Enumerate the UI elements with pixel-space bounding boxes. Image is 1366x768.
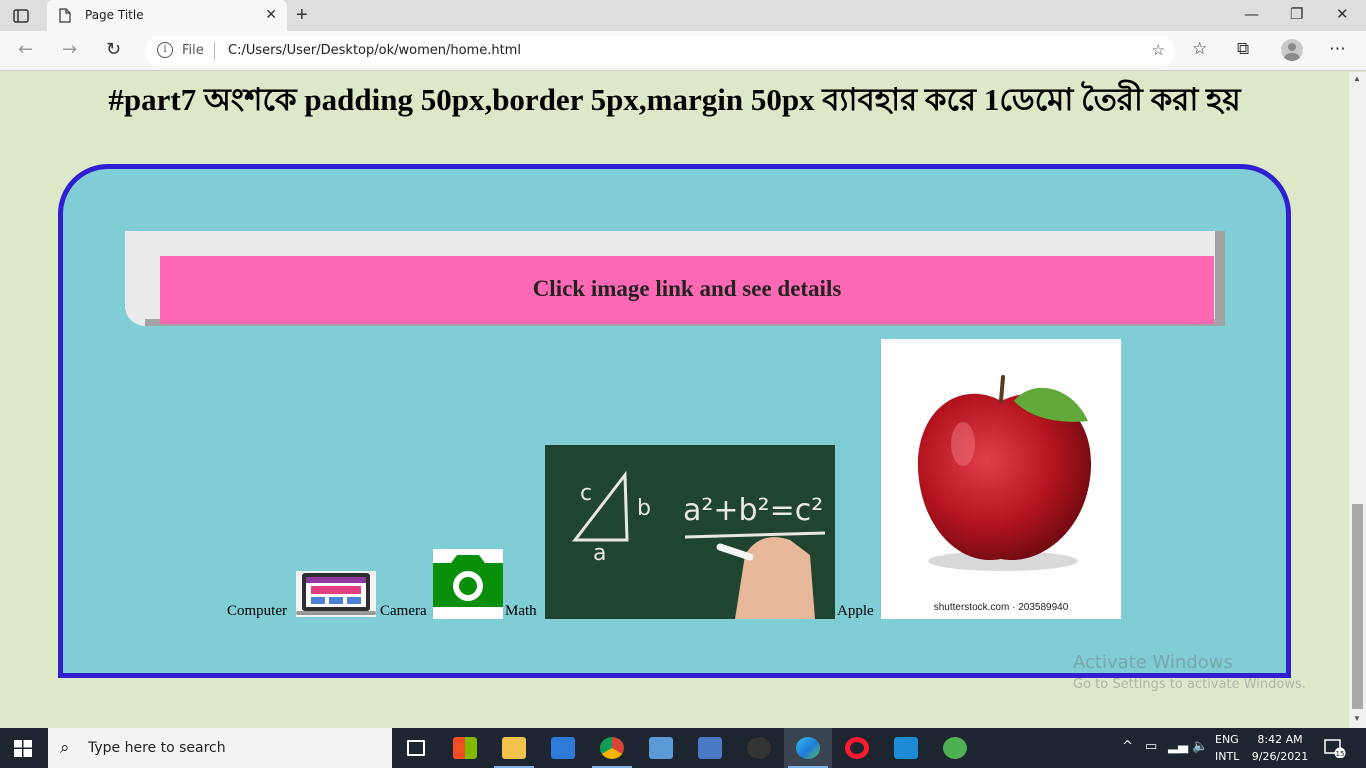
file-explorer-app[interactable] <box>490 728 538 768</box>
math-label: Math <box>505 603 537 619</box>
add-favorite-icon[interactable]: ☆ <box>1152 41 1165 59</box>
taskbar-search[interactable]: ⌕ Type here to search <box>48 728 392 768</box>
svg-text:a: a <box>593 541 606 566</box>
activate-windows-title: Activate Windows <box>1073 652 1233 673</box>
vscode-app[interactable] <box>882 728 930 768</box>
restore-icon[interactable]: ❐ <box>1290 5 1303 23</box>
mail-app[interactable] <box>539 728 587 768</box>
network-icon[interactable]: ▂▄ <box>1168 739 1188 754</box>
page-heading: #part7 অংশকে padding 50px,border 5px,mar… <box>108 82 1241 117</box>
camera-icon <box>433 555 503 607</box>
scrollbar-thumb[interactable] <box>1352 504 1363 709</box>
app-6[interactable] <box>686 728 734 768</box>
computer-label: Computer <box>227 603 287 619</box>
task-view-icon <box>407 740 425 756</box>
volume-icon[interactable]: 🔈 <box>1192 739 1208 754</box>
document-icon <box>59 8 71 23</box>
opera-icon <box>845 737 869 759</box>
math-image-link[interactable]: c b a a²+b²=c² <box>545 445 835 619</box>
address-bar[interactable]: i File C:/Users/User/Desktop/ok/women/ho… <box>145 36 1175 66</box>
new-tab-icon[interactable]: + <box>296 4 308 27</box>
vscode-icon <box>894 737 918 759</box>
browser-tab[interactable]: Page Title ✕ <box>47 0 287 31</box>
app-5[interactable] <box>637 728 685 768</box>
camera-label: Camera <box>380 603 427 619</box>
app-icon <box>943 737 967 759</box>
profile-avatar[interactable] <box>1281 39 1303 61</box>
app-icon <box>698 737 722 759</box>
language-code: ENG <box>1215 733 1239 746</box>
refresh-icon[interactable]: ↻ <box>106 39 121 60</box>
close-window-icon[interactable]: ✕ <box>1336 5 1349 23</box>
taskbar: ⌕ Type here to search ^ ▭ ▂▄ 🔈 ENG INTL … <box>0 728 1366 768</box>
clock[interactable]: 8:42 AM 9/26/2021 <box>1250 731 1310 765</box>
folder-icon <box>502 737 526 759</box>
clock-time: 8:42 AM <box>1257 733 1303 746</box>
apple-image-link[interactable]: shutterstock.com · 203589940 <box>881 339 1121 619</box>
tab-title: Page Title <box>85 8 144 22</box>
part7-box: Click image link and see details Compute… <box>58 164 1291 678</box>
app-icon <box>649 737 673 759</box>
camera-image-link[interactable] <box>433 549 503 619</box>
apple-watermark: shutterstock.com · 203589940 <box>933 602 1069 613</box>
record-icon <box>747 737 771 759</box>
scroll-down-icon[interactable]: ▼ <box>1353 714 1361 723</box>
notifications-icon[interactable]: 15 <box>1324 738 1346 758</box>
show-hidden-icons[interactable]: ^ <box>1122 739 1133 754</box>
minimize-icon[interactable]: — <box>1244 5 1259 23</box>
battery-icon[interactable]: ▭ <box>1145 739 1157 754</box>
search-icon: ⌕ <box>60 738 70 757</box>
apple-label: Apple <box>837 603 874 619</box>
app-11[interactable] <box>931 728 979 768</box>
browser-toolbar: ← → ↻ i File C:/Users/User/Desktop/ok/wo… <box>0 31 1366 71</box>
tab-strip: Page Title ✕ + — ❐ ✕ <box>0 0 1366 31</box>
notification-count: 15 <box>1336 750 1345 758</box>
chrome-app[interactable] <box>588 728 636 768</box>
computer-image-link[interactable] <box>296 571 376 617</box>
chrome-icon <box>600 737 624 759</box>
banner: Click image link and see details <box>160 256 1214 324</box>
store-icon <box>453 737 477 759</box>
address-divider <box>214 42 215 60</box>
address-scheme: File <box>182 43 204 58</box>
recorder-app[interactable] <box>735 728 783 768</box>
windows-start-icon[interactable] <box>14 740 32 757</box>
task-view-button[interactable] <box>392 728 440 768</box>
language-indicator[interactable]: ENG INTL <box>1215 731 1239 765</box>
close-tab-icon[interactable]: ✕ <box>265 6 277 23</box>
info-icon[interactable]: i <box>157 42 173 58</box>
more-menu-icon[interactable]: ⋯ <box>1329 39 1346 59</box>
banner-shadow-right <box>1215 231 1225 326</box>
tab-actions-icon[interactable] <box>12 7 30 25</box>
store-app[interactable] <box>441 728 489 768</box>
apple-photo <box>917 375 1092 571</box>
banner-text: Click image link and see details <box>532 276 842 301</box>
activate-windows-subtitle: Go to Settings to activate Windows. <box>1073 677 1306 692</box>
mail-icon <box>551 737 575 759</box>
address-url[interactable]: C:/Users/User/Desktop/ok/women/home.html <box>228 43 521 58</box>
favorites-icon[interactable]: ☆ <box>1192 39 1207 59</box>
page-viewport: #part7 অংশকে padding 50px,border 5px,mar… <box>0 72 1349 728</box>
chalkboard-image: c b a a²+b²=c² <box>545 445 835 619</box>
svg-text:b: b <box>637 496 651 521</box>
scroll-up-icon[interactable]: ▲ <box>1353 74 1361 83</box>
vertical-scrollbar[interactable]: ▲ ▼ <box>1349 72 1366 728</box>
keyboard-layout: INTL <box>1215 750 1240 763</box>
search-placeholder: Type here to search <box>88 740 226 756</box>
laptop-icon <box>296 573 376 615</box>
svg-text:a²+b²=c²: a²+b²=c² <box>683 493 823 528</box>
collections-icon[interactable]: ⧉ <box>1237 39 1249 59</box>
svg-text:c: c <box>580 481 592 506</box>
edge-icon <box>796 737 820 759</box>
forward-icon[interactable]: → <box>62 39 77 60</box>
edge-app[interactable] <box>784 728 832 768</box>
opera-app[interactable] <box>833 728 881 768</box>
clock-date: 9/26/2021 <box>1251 750 1309 763</box>
back-icon[interactable]: ← <box>18 39 33 60</box>
